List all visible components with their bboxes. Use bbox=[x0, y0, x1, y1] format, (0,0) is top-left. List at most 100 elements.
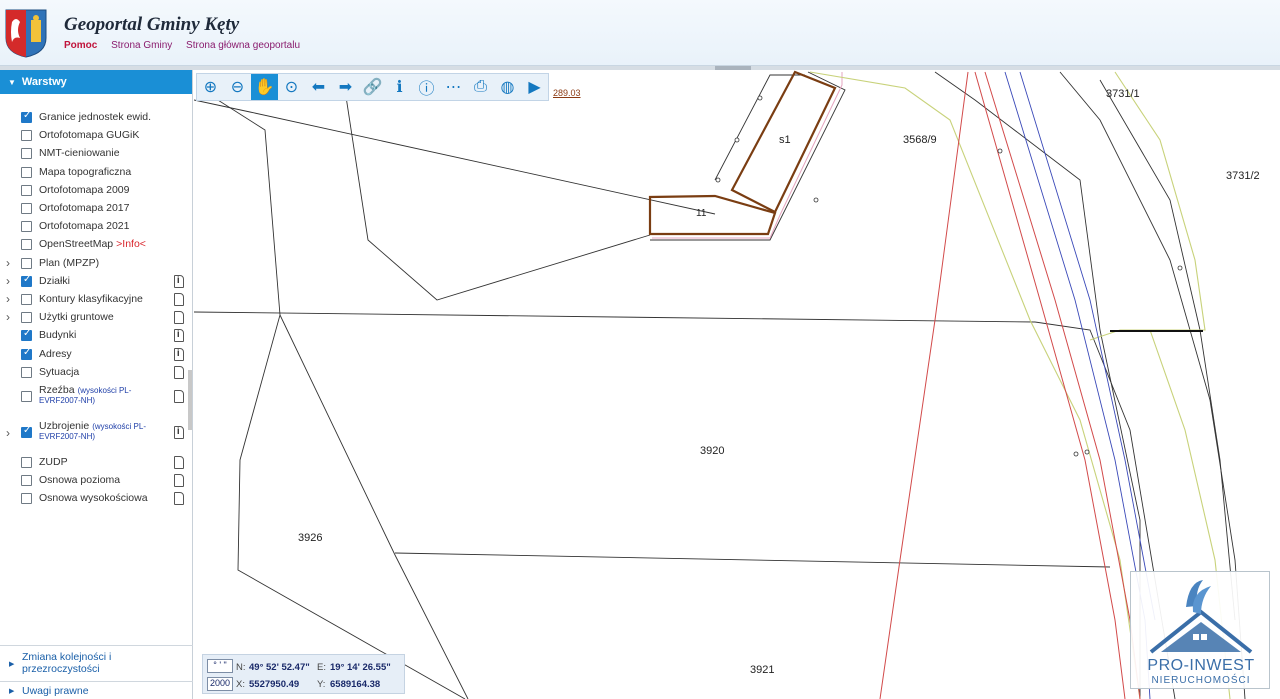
layer-checkbox[interactable] bbox=[21, 312, 32, 324]
y-value: 6589164.38 bbox=[330, 679, 381, 690]
layer-checkbox[interactable] bbox=[21, 391, 32, 402]
layer-checkbox[interactable] bbox=[21, 257, 32, 269]
n-label: N: bbox=[236, 662, 246, 673]
layer-row[interactable]: Osnowa wysokościowa bbox=[0, 491, 190, 509]
zoom-in-icon[interactable]: ⊕ bbox=[197, 74, 224, 100]
print-icon[interactable]: ⎙ bbox=[467, 74, 494, 100]
layer-checkbox[interactable] bbox=[21, 110, 32, 123]
legal-notes-label: Uwagi prawne bbox=[22, 685, 89, 697]
layer-row[interactable]: › Użytki gruntowe bbox=[0, 310, 190, 328]
layer-row[interactable]: › Plan (MPZP) bbox=[0, 256, 190, 274]
map-canvas[interactable]: s1 3568/9 3731/1 3731/2 11 3920 3926 392… bbox=[194, 70, 1280, 699]
x-value: 5527950.49 bbox=[249, 679, 300, 690]
layer-checkbox[interactable] bbox=[21, 274, 32, 287]
layers-panel-header[interactable]: ▼ Warstwy bbox=[0, 70, 192, 94]
info-doc-icon[interactable] bbox=[174, 274, 184, 288]
legal-notes-section[interactable]: ▶ Uwagi prawne bbox=[0, 681, 193, 699]
layer-checkbox[interactable] bbox=[21, 347, 32, 360]
layer-checkbox[interactable] bbox=[21, 457, 32, 468]
doc-icon[interactable] bbox=[174, 456, 184, 469]
camera-icon[interactable]: ▶ bbox=[521, 74, 548, 100]
layer-row[interactable]: Ortofotomapa 2017 bbox=[0, 201, 190, 219]
expand-triangle-icon: ▶ bbox=[9, 661, 15, 668]
globe-icon[interactable]: ◍ bbox=[494, 74, 521, 100]
expand-chevron-icon[interactable]: › bbox=[6, 256, 10, 270]
crest-logo-icon bbox=[5, 9, 47, 58]
layer-row[interactable]: Ortofotomapa 2021 bbox=[0, 219, 190, 237]
epsg-toggle-button[interactable]: 2000 bbox=[207, 677, 233, 691]
layer-label: Ortofotomapa GUGiK bbox=[39, 129, 140, 142]
layer-row[interactable]: Rzeźba (wysokości PL- EVRF2007-NH) bbox=[0, 383, 190, 419]
layer-checkbox[interactable] bbox=[21, 294, 32, 305]
layer-row[interactable]: › Kontury klasyfikacyjne bbox=[0, 292, 190, 310]
doc-icon[interactable] bbox=[174, 474, 184, 488]
doc-icon[interactable] bbox=[174, 390, 184, 403]
layer-checkbox[interactable] bbox=[21, 148, 32, 160]
expand-chevron-icon[interactable]: › bbox=[6, 310, 10, 324]
info-query-icon[interactable]: ⓘ bbox=[413, 74, 440, 100]
info-icon[interactable]: ℹ bbox=[386, 74, 413, 100]
layer-row[interactable]: Ortofotomapa GUGiK bbox=[0, 128, 190, 146]
layer-label: Budynki bbox=[39, 329, 77, 342]
layer-row[interactable]: › Uzbrojenie(wysokości PL-EVRF2007-NH) bbox=[0, 419, 190, 455]
map-drawing bbox=[194, 70, 1246, 699]
layer-checkbox[interactable] bbox=[21, 130, 32, 142]
info-link[interactable]: >Info< bbox=[116, 238, 146, 250]
pan-hand-icon[interactable]: ✋ bbox=[251, 74, 278, 100]
layer-row[interactable]: Sytuacja bbox=[0, 365, 190, 383]
measure-icon[interactable]: ⋯ bbox=[440, 74, 467, 100]
doc-icon[interactable] bbox=[174, 293, 184, 306]
layer-checkbox[interactable] bbox=[21, 366, 32, 378]
info-doc-icon[interactable] bbox=[174, 329, 184, 343]
layer-row[interactable]: Mapa topograficzna bbox=[0, 165, 190, 183]
layer-row[interactable]: Adresy bbox=[0, 347, 190, 365]
expand-chevron-icon[interactable]: › bbox=[6, 292, 10, 306]
link-icon[interactable]: 🔗 bbox=[359, 74, 386, 100]
top-links: Pomoc Strona Gminy Strona główna geoport… bbox=[64, 40, 311, 51]
layer-row[interactable]: › Działki bbox=[0, 274, 190, 292]
help-link[interactable]: Pomoc bbox=[64, 40, 97, 51]
geoportal-home-link[interactable]: Strona główna geoportalu bbox=[186, 40, 300, 51]
layer-row[interactable]: NMT-cieniowanie bbox=[0, 146, 190, 164]
sidebar-scrollbar[interactable] bbox=[188, 370, 192, 430]
layer-row[interactable]: Budynki bbox=[0, 328, 190, 346]
layers-panel-title: Warstwy bbox=[21, 76, 67, 88]
layer-checkbox[interactable] bbox=[21, 328, 32, 342]
layer-row[interactable]: OpenStreetMap >Info< bbox=[0, 237, 190, 255]
parcel-label: s1 bbox=[779, 134, 791, 146]
parcel-label: 3926 bbox=[298, 532, 323, 544]
doc-icon[interactable] bbox=[174, 492, 184, 506]
layer-checkbox[interactable] bbox=[21, 203, 32, 214]
layer-checkbox[interactable] bbox=[21, 239, 32, 251]
watermark-logo: PRO-INWEST NIERUCHOMOŚCI bbox=[1130, 571, 1270, 689]
layer-order-section[interactable]: ▶ Zmiana kolejności i przezroczystości bbox=[0, 645, 193, 681]
municipality-site-link[interactable]: Strona Gminy bbox=[111, 40, 172, 51]
arrow-back-icon[interactable]: ⬅ bbox=[305, 74, 332, 100]
layer-row[interactable]: Osnowa pozioma bbox=[0, 473, 190, 491]
n-value: 49° 52' 52.47" bbox=[249, 662, 310, 673]
layer-checkbox[interactable] bbox=[21, 475, 32, 487]
info-doc-icon[interactable] bbox=[174, 426, 184, 439]
layer-checkbox[interactable] bbox=[21, 425, 32, 438]
layer-label: Osnowa wysokościowa bbox=[39, 492, 148, 505]
layer-row[interactable]: ZUDP bbox=[0, 455, 190, 473]
layer-checkbox[interactable] bbox=[21, 166, 32, 178]
layer-row[interactable]: Granice jednostek ewid. bbox=[0, 110, 190, 128]
layer-row[interactable]: Ortofotomapa 2009 bbox=[0, 183, 190, 201]
doc-icon[interactable] bbox=[174, 311, 184, 325]
doc-icon[interactable] bbox=[174, 365, 184, 379]
zoom-out-icon[interactable]: ⊖ bbox=[224, 74, 251, 100]
x-label: X: bbox=[236, 679, 245, 690]
layer-checkbox[interactable] bbox=[21, 184, 32, 196]
map-toolbar: ⊕ ⊖ ✋ ⊙ ⬅ ➡ 🔗 ℹ ⓘ ⋯ ⎙ ◍ ▶ bbox=[196, 73, 549, 101]
parcel-label: 3731/2 bbox=[1226, 170, 1260, 182]
arrow-forward-icon[interactable]: ➡ bbox=[332, 74, 359, 100]
coordinates-panel: ° ' " 2000 N: 49° 52' 52.47" E: 19° 14' … bbox=[202, 654, 405, 694]
layer-checkbox[interactable] bbox=[21, 221, 32, 233]
dms-toggle-button[interactable]: ° ' " bbox=[207, 659, 233, 673]
zoom-box-icon[interactable]: ⊙ bbox=[278, 74, 305, 100]
expand-chevron-icon[interactable]: › bbox=[6, 426, 10, 440]
layer-checkbox[interactable] bbox=[21, 493, 32, 505]
info-doc-icon[interactable] bbox=[174, 347, 184, 361]
expand-chevron-icon[interactable]: › bbox=[6, 274, 10, 288]
